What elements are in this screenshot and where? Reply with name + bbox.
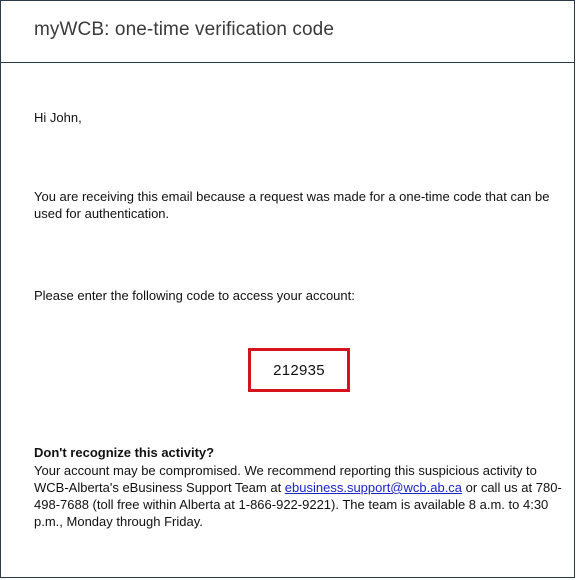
support-email-link[interactable]: ebusiness.support@wcb.ab.ca	[285, 480, 462, 495]
warning-heading: Don't recognize this activity?	[34, 445, 215, 460]
email-subject: myWCB: one-time verification code	[34, 19, 335, 40]
email-instruction-text: Please enter the following code to acces…	[34, 288, 355, 303]
email-reason-text: You are receiving this email because a r…	[34, 189, 550, 221]
verification-code: 212935	[273, 361, 325, 379]
verification-code-highlight: 212935	[248, 348, 350, 392]
email-header: myWCB: one-time verification code	[1, 1, 574, 63]
email-message: myWCB: one-time verification code Hi Joh…	[0, 0, 575, 578]
warning-body: Your account may be compromised. We reco…	[34, 462, 564, 530]
email-greeting: Hi John,	[34, 110, 82, 125]
